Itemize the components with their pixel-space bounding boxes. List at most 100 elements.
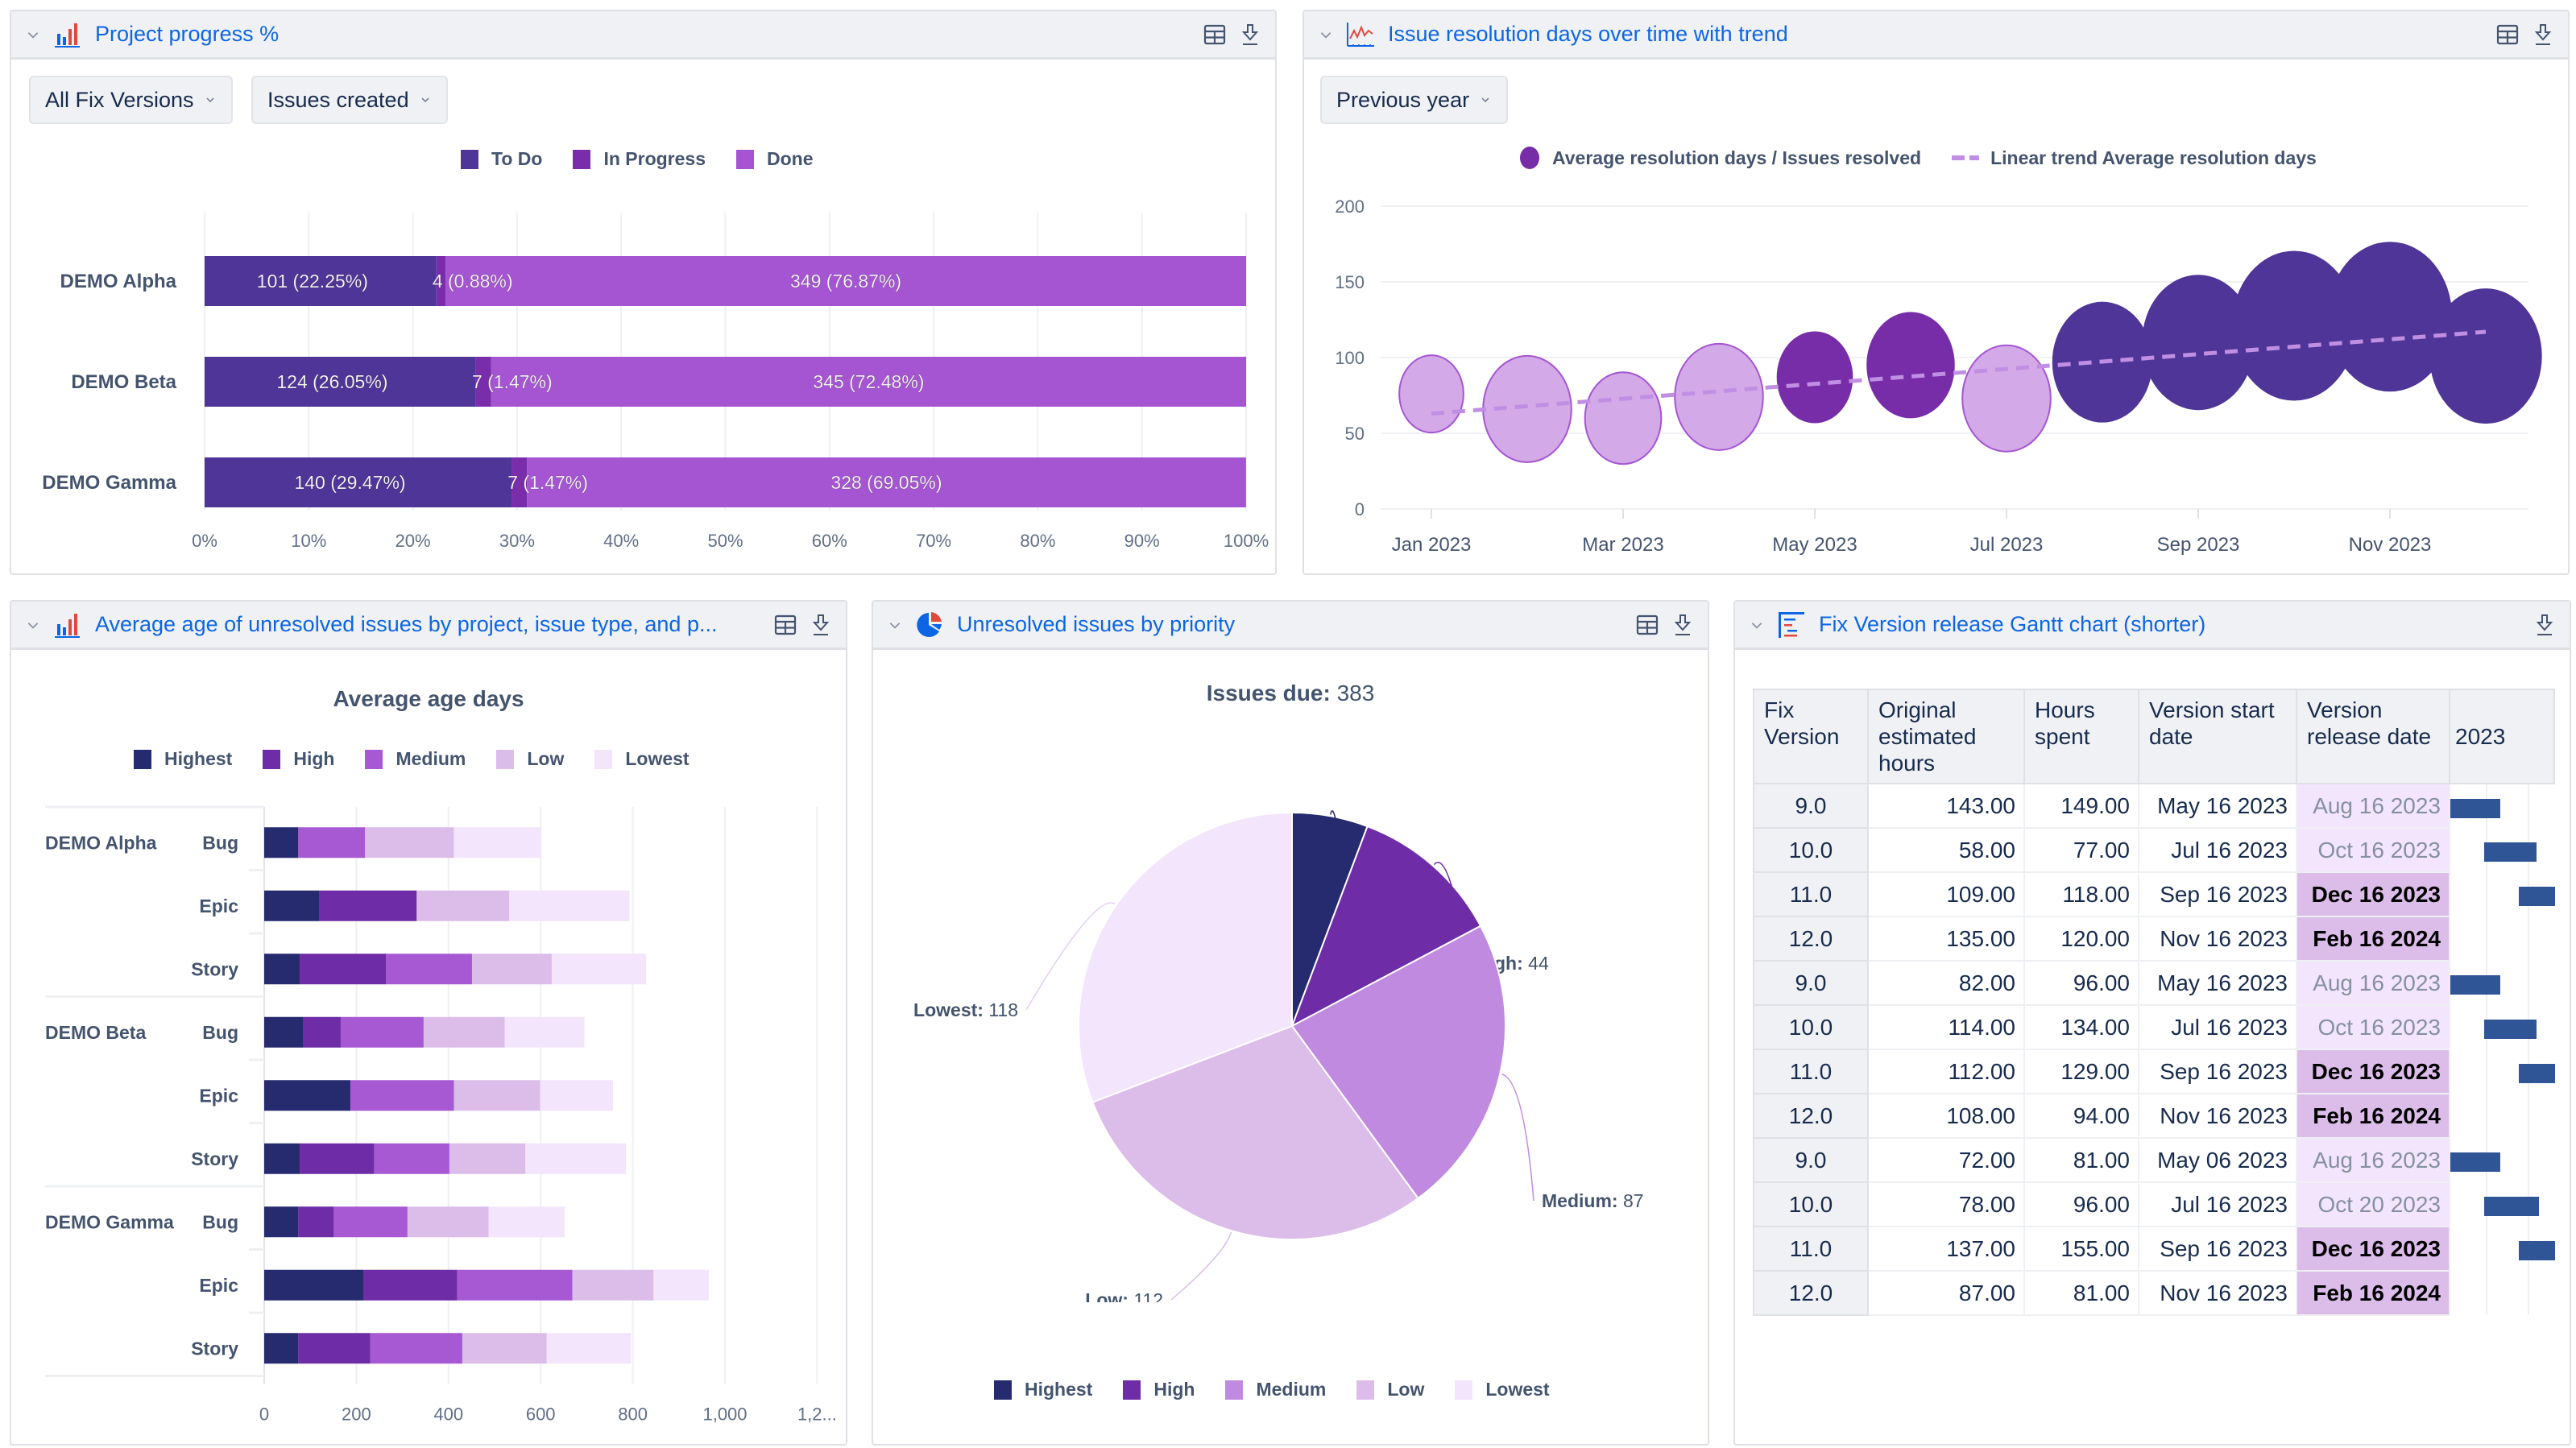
table-view-icon[interactable] (773, 613, 797, 637)
legend-item-high[interactable]: High (263, 748, 334, 770)
bar-segment-medium (370, 1333, 462, 1364)
column-header-fix-version[interactable]: Fix Version (1753, 689, 1869, 784)
gantt-bar[interactable] (2450, 1152, 2501, 1172)
table-row[interactable]: 11.0 112.00 129.00 Sep 16 2023 Dec 16 2023 (1753, 1049, 2555, 1094)
start-date-cell: Sep 16 2023 (2138, 1049, 2297, 1094)
download-icon[interactable] (809, 613, 833, 637)
table-row[interactable]: 12.0 135.00 120.00 Nov 16 2023 Feb 16 2024 (1753, 916, 2554, 962)
original-estimate-cell: 78.00 (1867, 1181, 2025, 1227)
data-label-name: Low: (1085, 1289, 1129, 1302)
table-row[interactable]: 10.0 58.00 77.00 Jul 16 2023 Oct 16 2023 (1753, 827, 2554, 873)
legend-item-lowest[interactable]: Lowest (594, 748, 690, 770)
legend-item-high[interactable]: High (1123, 1379, 1195, 1400)
panel-title[interactable]: Unresolved issues by priority (957, 612, 1626, 637)
legend-label: Done (767, 148, 814, 169)
gantt-bar[interactable] (2518, 887, 2555, 906)
legend-item-highest[interactable]: Highest (994, 1379, 1092, 1400)
legend-swatch (1356, 1380, 1375, 1400)
table-view-icon[interactable] (2495, 23, 2520, 47)
legend-item-lowest[interactable]: Lowest (1455, 1379, 1550, 1400)
time-period-dropdown[interactable]: Previous year (1320, 76, 1509, 124)
legend-item-linear-trend[interactable]: Linear trend Average resolution days (1952, 147, 2317, 169)
issues-metric-dropdown[interactable]: Issues created (251, 76, 448, 124)
download-icon[interactable] (2533, 613, 2557, 637)
legend-item-highest[interactable]: Highest (134, 748, 232, 770)
table-header-row: Fix Version Original estimated hours Hou… (1753, 689, 2555, 784)
timeline-gridline (2528, 961, 2530, 1005)
collapse-chevron-icon[interactable] (1317, 26, 1335, 43)
gantt-bar[interactable] (2518, 1241, 2555, 1260)
bar-segment-medium (340, 1016, 424, 1048)
x-tick-label: 10% (291, 531, 326, 551)
legend-item-in-progress[interactable]: In Progress (573, 148, 706, 170)
bar-segment-medium (333, 1206, 408, 1238)
legend-item-done[interactable]: Done (736, 148, 814, 170)
bar-segment-low (462, 1333, 547, 1364)
collapse-chevron-icon[interactable] (24, 26, 42, 43)
bar-segment-lowest (653, 1269, 709, 1301)
release-date-cell: Aug 16 2023 (2296, 960, 2450, 1006)
issue-type-label: Epic (199, 896, 238, 916)
table-row[interactable]: 10.0 114.00 134.00 Jul 16 2023 Oct 16 2023 (1753, 1004, 2554, 1050)
column-header-original-estimate[interactable]: Original estimated hours (1867, 689, 2025, 784)
legend-item-low[interactable]: Low (496, 748, 564, 770)
bar-segment-high (303, 1016, 341, 1048)
collapse-chevron-icon[interactable] (886, 616, 904, 634)
collapse-chevron-icon[interactable] (24, 616, 42, 634)
panel-title[interactable]: Average age of unresolved issues by proj… (95, 612, 764, 637)
table-row[interactable]: 9.0 82.00 96.00 May 16 2023 Aug 16 2023 (1753, 960, 2554, 1006)
column-header-start-date[interactable]: Version start date (2138, 689, 2297, 784)
legend-label: Medium (396, 748, 466, 769)
table-row[interactable]: 12.0 108.00 94.00 Nov 16 2023 Feb 16 2024 (1753, 1093, 2554, 1139)
column-header-timeline-year[interactable]: 2023 (2449, 689, 2555, 784)
bar-segment-lowest (546, 1333, 632, 1364)
legend-item-avg-resolution[interactable]: Average resolution days / Issues resolve… (1520, 147, 1921, 169)
timeline-gridline (2486, 1227, 2488, 1271)
column-header-release-date[interactable]: Version release date (2296, 689, 2450, 784)
column-header-hours-spent[interactable]: Hours spent (2023, 689, 2139, 784)
gantt-bar[interactable] (2518, 1064, 2555, 1083)
table-view-icon[interactable] (1635, 613, 1659, 637)
legend-item-medium[interactable]: Medium (1225, 1379, 1326, 1400)
gantt-bar[interactable] (2450, 799, 2501, 818)
panel-title[interactable]: Fix Version release Gantt chart (shorter… (1819, 612, 2523, 637)
table-row[interactable]: 9.0 143.00 149.00 May 16 2023 Aug 16 2023 (1753, 783, 2554, 829)
legend-item-todo[interactable]: To Do (461, 148, 542, 170)
table-view-icon[interactable] (1203, 23, 1227, 47)
gantt-bar[interactable] (2483, 1197, 2540, 1216)
fix-version-cell: 10.0 (1753, 1004, 1869, 1050)
download-icon[interactable] (1671, 613, 1695, 637)
collapse-chevron-icon[interactable] (1748, 616, 1766, 634)
gantt-bar[interactable] (2450, 975, 2501, 995)
table-row[interactable]: 12.0 87.00 81.00 Nov 16 2023 Feb 16 2024 (1753, 1270, 2554, 1316)
download-icon[interactable] (2531, 23, 2555, 47)
legend-swatch (461, 149, 478, 169)
legend-item-medium[interactable]: Medium (365, 748, 466, 770)
download-icon[interactable] (1238, 23, 1262, 47)
table-row[interactable]: 9.0 72.00 81.00 May 06 2023 Aug 16 2023 (1753, 1137, 2554, 1183)
data-label: 7 (1.47%) (507, 472, 588, 493)
legend-item-low[interactable]: Low (1356, 1379, 1424, 1400)
legend-swatch (365, 749, 383, 769)
legend-label: In Progress (603, 148, 706, 169)
table-row[interactable]: 11.0 109.00 118.00 Sep 16 2023 Dec 16 2023 (1753, 871, 2555, 917)
table-row[interactable]: 10.0 78.00 96.00 Jul 16 2023 Oct 20 2023 (1753, 1181, 2554, 1227)
chevron-down-icon (421, 97, 429, 103)
timeline-cell (2449, 916, 2554, 961)
release-date-cell: Feb 16 2024 (2296, 1270, 2450, 1316)
dropdown-label: Issues created (267, 87, 409, 112)
panel-title[interactable]: Issue resolution days over time with tre… (1388, 22, 2486, 47)
original-estimate-cell: 87.00 (1867, 1270, 2025, 1316)
start-date-cell: Nov 16 2023 (2138, 1270, 2297, 1316)
timeline-cell (2449, 1138, 2554, 1182)
issue-type-label: Story (191, 958, 238, 979)
resolution-bubble-chart: 0 50 100 150 200 Jan 2023 Mar 2023 May 2023 Jul … (1335, 197, 2542, 556)
hours-spent-cell: 120.00 (2023, 916, 2139, 962)
bar-segment-medium (374, 1143, 449, 1174)
gantt-bar[interactable] (2483, 1020, 2537, 1039)
panel-title[interactable]: Project progress % (95, 22, 1193, 47)
timeline-gridline (2486, 916, 2488, 961)
fix-version-dropdown[interactable]: All Fix Versions (29, 76, 233, 124)
table-row[interactable]: 11.0 137.00 155.00 Sep 16 2023 Dec 16 2023 (1753, 1226, 2555, 1272)
gantt-bar[interactable] (2483, 842, 2537, 862)
